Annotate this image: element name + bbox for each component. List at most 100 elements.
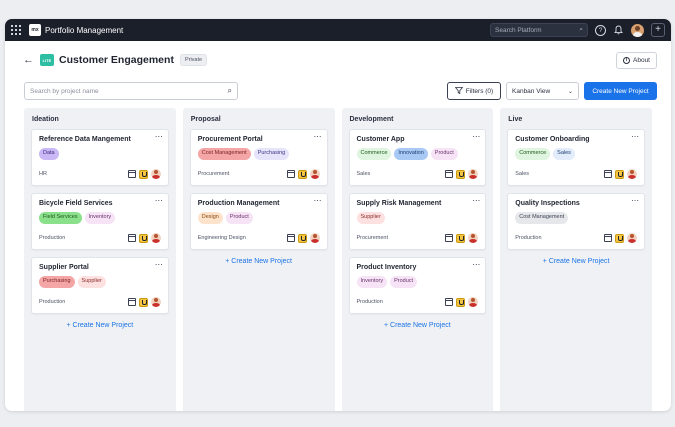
card-title[interactable]: Product Inventory xyxy=(357,264,479,271)
shield-icon[interactable] xyxy=(456,233,466,243)
view-select[interactable]: Kanban View ⌄ xyxy=(506,82,579,100)
more-options-icon[interactable]: ⋯ xyxy=(155,260,163,269)
column-title: Development xyxy=(349,116,394,123)
more-options-icon[interactable]: ⋯ xyxy=(314,196,322,205)
brand-name[interactable]: Portfolio Management xyxy=(45,26,123,35)
calendar-icon[interactable] xyxy=(604,234,612,242)
column-title: Ideation xyxy=(32,116,59,123)
shield-icon[interactable] xyxy=(138,297,148,307)
shield-icon[interactable] xyxy=(297,169,307,179)
more-options-icon[interactable]: ⋯ xyxy=(631,132,639,141)
create-new-project-link[interactable]: + Create New Project xyxy=(190,258,328,265)
more-options-icon[interactable]: ⋯ xyxy=(472,196,480,205)
card-owner-avatar[interactable] xyxy=(150,169,161,179)
back-arrow-icon[interactable]: ← xyxy=(23,54,34,66)
more-options-icon[interactable]: ⋯ xyxy=(314,132,322,141)
project-card[interactable]: Supply Risk Management ⋯ Supplier Procureme… xyxy=(348,193,487,250)
plus-icon[interactable]: + xyxy=(651,23,665,37)
kanban-column: Proposal Procurement Portal ⋯ Cost Manageme… xyxy=(182,108,335,411)
create-new-project-link[interactable]: + Create New Project xyxy=(31,322,169,329)
project-card[interactable]: Customer App ⋯ Commerce Innovation Product Sa… xyxy=(348,129,487,186)
project-card[interactable]: Bicycle Field Services ⋯ Field Services Inv… xyxy=(31,193,169,250)
more-options-icon[interactable]: ⋯ xyxy=(472,260,480,269)
shield-icon[interactable] xyxy=(297,233,307,243)
card-title[interactable]: Supplier Portal xyxy=(39,264,161,271)
private-badge: Private xyxy=(179,54,208,66)
card-title[interactable]: Bicycle Field Services xyxy=(39,200,161,207)
create-new-project-link[interactable]: + Create New Project xyxy=(507,258,645,265)
project-card[interactable]: Quality Inspections ⋯ Cost Management Produ… xyxy=(507,193,645,250)
calendar-icon[interactable] xyxy=(286,234,295,242)
kanban-column: Ideation Reference Data Mangement ⋯ Data HR B… xyxy=(24,108,176,411)
calendar-icon[interactable] xyxy=(127,234,136,242)
calendar-icon[interactable] xyxy=(445,298,454,306)
card-owner-avatar[interactable] xyxy=(309,233,320,243)
shield-icon[interactable] xyxy=(138,233,148,243)
project-card[interactable]: Procurement Portal ⋯ Cost Management Purcha… xyxy=(189,129,328,186)
card-owner-avatar[interactable] xyxy=(468,297,479,307)
card-footer: Production xyxy=(39,297,161,307)
filters-button[interactable]: Filters (0) xyxy=(447,82,501,100)
card-owner-avatar[interactable] xyxy=(150,233,161,243)
more-options-icon[interactable]: ⋯ xyxy=(631,196,639,205)
shield-icon[interactable] xyxy=(456,169,466,179)
card-title[interactable]: Reference Data Mangement xyxy=(39,136,161,143)
tag: Sales xyxy=(553,148,575,160)
calendar-icon[interactable] xyxy=(286,170,295,178)
card-icons xyxy=(445,169,479,179)
tag: Inventory xyxy=(356,276,388,288)
card-owner-avatar[interactable] xyxy=(627,169,637,179)
calendar-icon[interactable] xyxy=(127,298,136,306)
info-icon: i xyxy=(623,56,630,64)
project-search-input[interactable]: Search by project name ⌕ xyxy=(24,82,238,100)
create-new-project-button[interactable]: Create New Project xyxy=(584,82,657,100)
brand-logo: mx xyxy=(29,24,41,36)
shield-icon[interactable] xyxy=(615,233,624,243)
tag-list: Commerce Innovation Product xyxy=(356,148,479,160)
card-department: Engineering Design xyxy=(197,235,246,241)
card-owner-avatar[interactable] xyxy=(309,169,320,179)
card-icons xyxy=(286,233,320,243)
shield-icon[interactable] xyxy=(138,169,148,179)
user-avatar[interactable] xyxy=(631,23,644,37)
card-owner-avatar[interactable] xyxy=(627,233,637,243)
card-title[interactable]: Procurement Portal xyxy=(198,136,320,143)
project-card[interactable]: Customer Onboarding ⋯ Commerce Sales Sales xyxy=(507,129,645,186)
more-options-icon[interactable]: ⋯ xyxy=(155,132,163,141)
card-footer: Production xyxy=(39,233,161,243)
tag-list: Design Product xyxy=(197,212,320,224)
card-title[interactable]: Production Management xyxy=(198,200,320,207)
create-new-project-link[interactable]: + Create New Project xyxy=(349,322,487,329)
project-card[interactable]: Reference Data Mangement ⋯ Data HR xyxy=(31,129,169,186)
about-button[interactable]: i About xyxy=(616,51,657,69)
card-title[interactable]: Customer Onboarding xyxy=(515,136,637,143)
bell-icon[interactable] xyxy=(613,25,624,36)
card-footer: Sales xyxy=(515,169,637,179)
card-owner-avatar[interactable] xyxy=(468,233,479,243)
tag: Product xyxy=(225,212,253,224)
card-owner-avatar[interactable] xyxy=(468,169,479,179)
more-options-icon[interactable]: ⋯ xyxy=(155,196,163,205)
platform-search-input[interactable]: Search Platform ⌕ xyxy=(490,23,588,37)
apps-grid-icon[interactable] xyxy=(11,25,21,35)
calendar-icon[interactable] xyxy=(445,234,454,242)
card-department: Sales xyxy=(356,171,371,177)
calendar-icon[interactable] xyxy=(445,170,454,178)
project-card[interactable]: Supplier Portal ⋯ Purchasing Supplier Produc… xyxy=(31,257,169,314)
shield-icon[interactable] xyxy=(615,169,624,179)
tag: Supplier xyxy=(356,212,385,224)
card-department: Procurement xyxy=(356,235,389,241)
card-title[interactable]: Supply Risk Management xyxy=(357,200,479,207)
card-owner-avatar[interactable] xyxy=(150,297,161,307)
calendar-icon[interactable] xyxy=(604,170,612,178)
card-title[interactable]: Customer App xyxy=(357,136,479,143)
shield-icon[interactable] xyxy=(456,297,466,307)
tag: Data xyxy=(39,148,59,160)
project-card[interactable]: Production Management ⋯ Design Product Engin… xyxy=(189,193,328,250)
card-title[interactable]: Quality Inspections xyxy=(515,200,637,207)
more-options-icon[interactable]: ⋯ xyxy=(472,132,480,141)
project-card[interactable]: Product Inventory ⋯ Inventory Product Produc… xyxy=(348,257,487,314)
tag-list: Supplier xyxy=(356,212,479,224)
calendar-icon[interactable] xyxy=(127,170,136,178)
help-icon[interactable]: ? xyxy=(595,24,606,36)
